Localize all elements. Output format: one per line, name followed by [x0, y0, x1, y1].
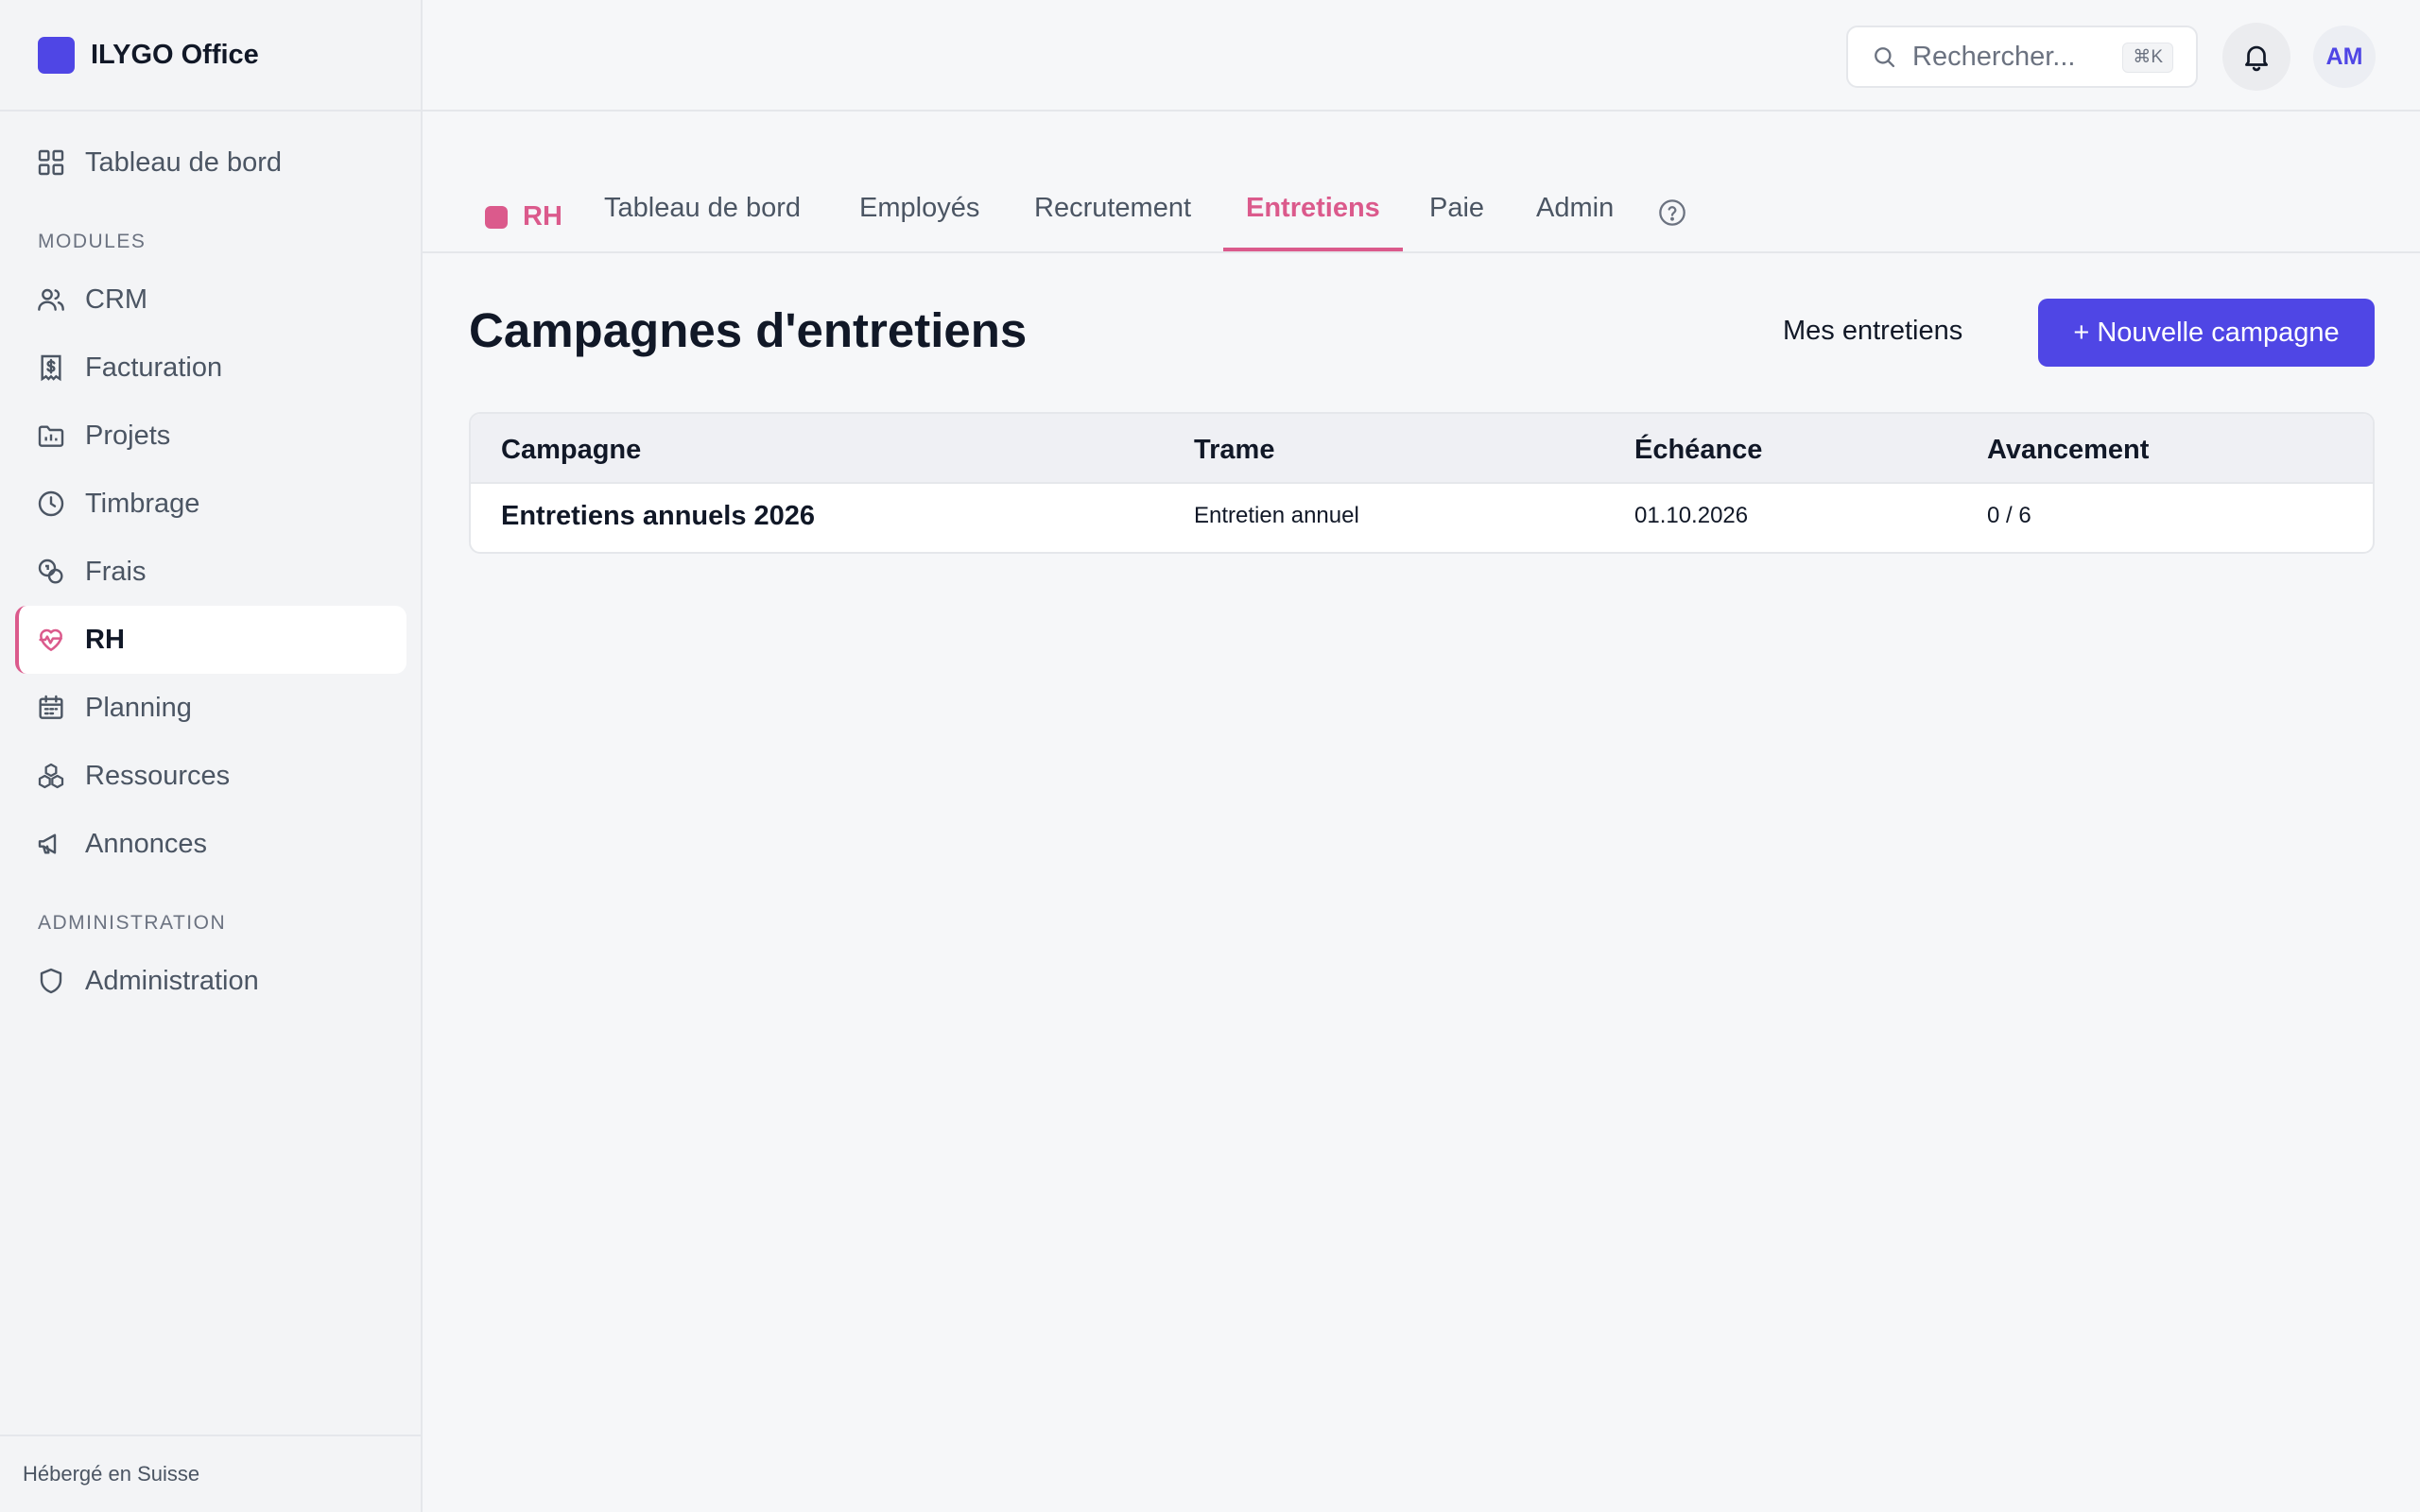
sidebar-item-label: Timbrage — [85, 488, 200, 519]
sidebar-item-label: Planning — [85, 692, 192, 723]
cell-avancement: 0 / 6 — [1987, 503, 2031, 528]
module-name: RH — [523, 201, 562, 232]
clock-icon — [38, 490, 64, 517]
sidebar-item-planning[interactable]: Planning — [15, 674, 406, 742]
sidebar-item-annonces[interactable]: Annonces — [15, 810, 406, 878]
search-box[interactable]: Rechercher... ⌘K — [1846, 26, 2198, 88]
sidebar-item-label: CRM — [85, 284, 148, 315]
campaigns-table: Campagne Trame Échéance Avancement Entre… — [469, 412, 2375, 554]
sidebar-item-crm[interactable]: CRM — [15, 266, 406, 334]
cell-trame: Entretien annuel — [1194, 503, 1359, 528]
sidebar-item-ressources[interactable]: Ressources — [15, 742, 406, 810]
sidebar-item-projets[interactable]: Projets — [15, 402, 406, 470]
table-row[interactable]: Entretiens annuels 2026 Entretien annuel… — [471, 484, 2373, 552]
cell-echeance: 01.10.2026 — [1634, 503, 1749, 528]
new-campaign-button[interactable]: + Nouvelle campagne — [2038, 299, 2375, 367]
sidebar-item-dashboard[interactable]: Tableau de bord — [15, 129, 406, 197]
column-header-campagne[interactable]: Campagne — [501, 435, 641, 466]
module-tabs: RH Tableau de bord Employés Recrutement … — [423, 112, 2420, 253]
sidebar-item-frais[interactable]: Frais — [15, 538, 406, 606]
modules-section-label: MODULES — [38, 231, 147, 252]
sidebar-item-label: RH — [85, 624, 125, 655]
heart-pulse-icon — [39, 628, 62, 651]
my-interviews-button[interactable]: Mes entretiens — [1783, 316, 1962, 347]
sidebar-footer: Hébergé en Suisse — [0, 1435, 421, 1512]
sidebar-item-label: Ressources — [85, 760, 231, 791]
page-title: Campagnes d'entretiens — [469, 303, 1028, 357]
search-shortcut-badge: ⌘K — [2122, 43, 2173, 73]
sidebar-item-label: Annonces — [85, 828, 207, 859]
sidebar-item-administration[interactable]: Administration — [15, 947, 406, 1015]
shield-icon — [40, 968, 62, 994]
administration-section-label: ADMINISTRATION — [38, 912, 227, 934]
tab-recrutement[interactable]: Recrutement — [1034, 193, 1191, 251]
sidebar: ILYGO Office Tableau de bord MODULES CRM… — [0, 0, 423, 1512]
sidebar-item-label: Tableau de bord — [85, 146, 282, 178]
sidebar-item-facturation[interactable]: Facturation — [15, 334, 406, 402]
sidebar-item-label: Administration — [85, 965, 259, 996]
topbar: Rechercher... ⌘K AM — [423, 0, 2420, 112]
tab-paie[interactable]: Paie — [1429, 193, 1484, 251]
column-header-echeance[interactable]: Échéance — [1634, 435, 1762, 466]
search-input[interactable]: Rechercher... — [1912, 42, 2075, 73]
app-logo — [38, 36, 75, 74]
tab-entretiens[interactable]: Entretiens — [1223, 193, 1403, 251]
search-icon — [1875, 47, 1895, 68]
sidebar-item-rh[interactable]: RH — [15, 606, 406, 674]
user-avatar[interactable]: AM — [2313, 26, 2376, 88]
tab-tableau-de-bord[interactable]: Tableau de bord — [604, 193, 801, 251]
tab-admin[interactable]: Admin — [1536, 193, 1614, 251]
sidebar-item-timbrage[interactable]: Timbrage — [15, 470, 406, 538]
folder-icon — [38, 425, 64, 447]
megaphone-icon — [38, 833, 57, 854]
cell-campagne[interactable]: Entretiens annuels 2026 — [501, 501, 815, 532]
calendar-icon — [39, 695, 63, 719]
app-name: ILYGO Office — [91, 39, 259, 70]
tab-employes[interactable]: Employés — [859, 193, 979, 251]
coins-icon — [38, 558, 63, 584]
boxes-icon — [38, 763, 64, 789]
module-badge: RH — [485, 201, 562, 232]
column-header-avancement[interactable]: Avancement — [1987, 435, 2149, 466]
grid-icon — [38, 149, 64, 176]
help-icon[interactable] — [1657, 198, 1687, 228]
users-icon — [38, 288, 64, 311]
notifications-button[interactable] — [2222, 23, 2290, 91]
table-header: Campagne Trame Échéance Avancement — [471, 414, 2373, 484]
invoice-icon — [41, 354, 61, 382]
brand[interactable]: ILYGO Office — [0, 0, 421, 112]
module-color-dot — [485, 205, 508, 229]
sidebar-item-label: Frais — [85, 556, 147, 587]
bell-icon — [2245, 45, 2268, 72]
sidebar-item-label: Projets — [85, 420, 171, 451]
sidebar-item-label: Facturation — [85, 352, 223, 383]
column-header-trame[interactable]: Trame — [1194, 435, 1274, 466]
